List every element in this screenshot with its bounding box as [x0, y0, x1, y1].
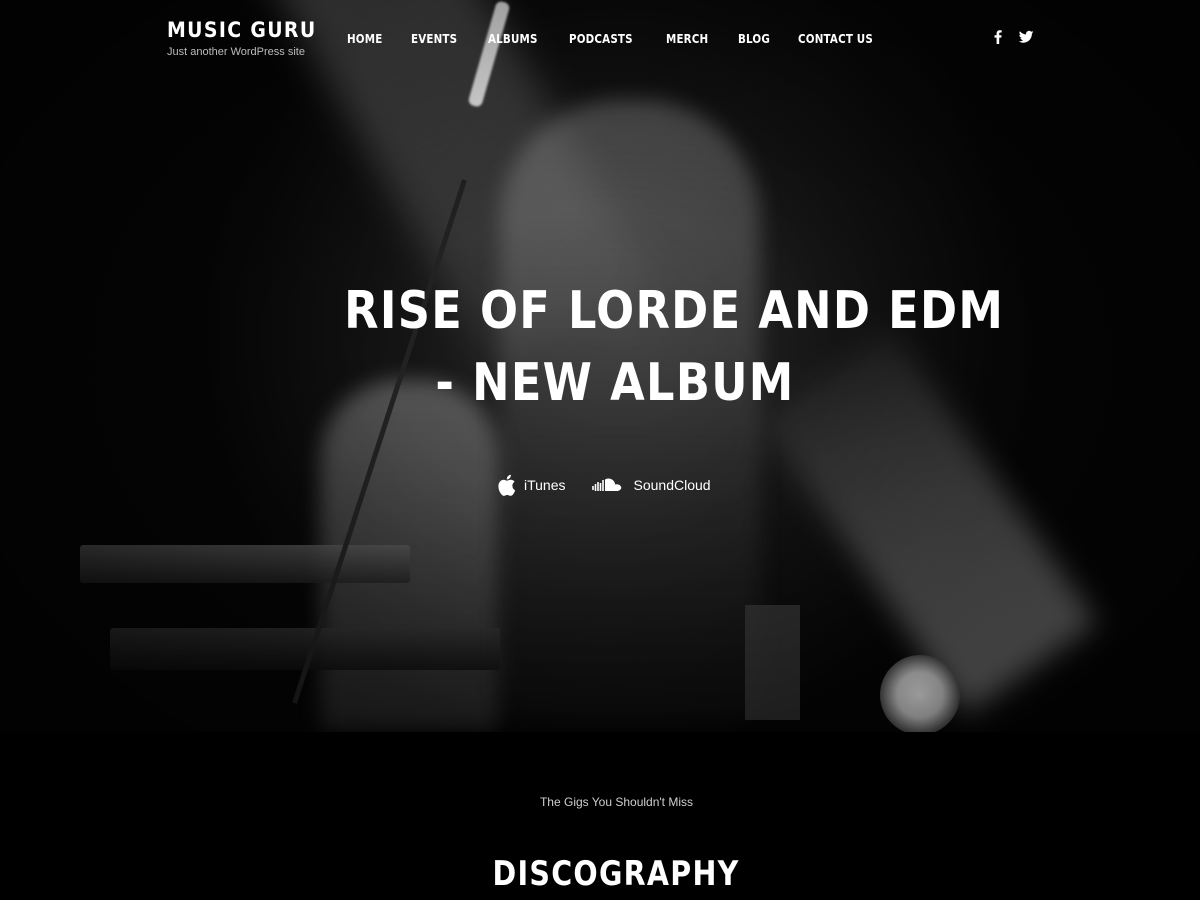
hero-title-line-1: RISE OF LORDE AND EDM: [344, 280, 1005, 341]
nav-item-contact-us[interactable]: CONTACT US: [798, 32, 873, 46]
section-title-text: DISCOGRAPHY: [492, 854, 741, 895]
nav-item-podcasts[interactable]: PODCASTS: [569, 32, 633, 46]
hero-title-line-2: - NEW ALBUM: [435, 352, 795, 413]
apple-icon: [496, 474, 516, 496]
site-branding: MUSIC GURU Just another WordPress site: [167, 18, 333, 58]
twitter-icon[interactable]: [1018, 29, 1034, 45]
soundcloud-link[interactable]: SoundCloud: [591, 476, 711, 494]
section-subtitle: The Gigs You Shouldn't Miss: [539, 795, 694, 809]
itunes-link[interactable]: iTunes: [496, 474, 566, 496]
nav-item-blog[interactable]: BLOG: [738, 32, 770, 46]
itunes-label: iTunes: [524, 477, 566, 493]
soundcloud-icon: [591, 476, 626, 494]
nav-item-merch[interactable]: MERCH: [666, 32, 708, 46]
nav-item-albums[interactable]: ALBUMS: [488, 32, 538, 46]
section-title: DISCOGRAPHY: [0, 854, 1200, 894]
main-navigation: HOME EVENTS ALBUMS PODCASTS MERCH BLOG C…: [347, 32, 885, 46]
site-title-link[interactable]: MUSIC GURU: [167, 18, 317, 42]
hero-title: RISE OF LORDE AND EDM - NEW ALBUM: [344, 275, 1005, 419]
facebook-icon[interactable]: [990, 29, 1006, 45]
nav-item-events[interactable]: EVENTS: [411, 32, 457, 46]
nav-item-home[interactable]: HOME: [347, 32, 382, 46]
site-tagline: Just another WordPress site: [167, 46, 305, 58]
soundcloud-label: SoundCloud: [633, 477, 711, 493]
store-links: iTunes SoundCloud: [496, 474, 711, 496]
social-links: [990, 29, 1034, 45]
